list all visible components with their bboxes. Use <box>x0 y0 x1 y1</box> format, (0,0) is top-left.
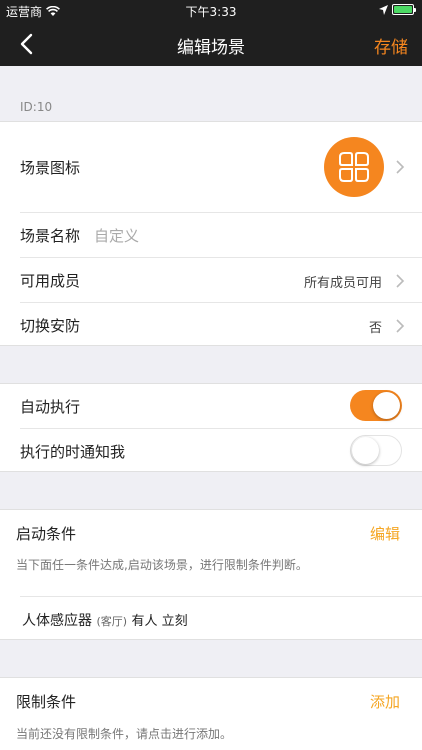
nav-bar: 编辑场景 存储 <box>0 22 422 66</box>
security-value: 否 <box>368 321 382 336</box>
battery-status <box>379 4 416 15</box>
page-title: 编辑场景 <box>177 38 245 58</box>
sensor-room: (客厅) <box>96 615 128 628</box>
chevron-right-icon <box>396 274 405 288</box>
trigger-item-text: 人体感应器 (客厅) 有人 立刻 <box>22 610 188 630</box>
trigger-group: 启动条件 编辑 当下面任一条件达成,启动该场景，进行限制条件判断。 人体感应器 … <box>0 509 422 640</box>
clock: 下午3:33 <box>185 5 237 19</box>
chevron-right-icon <box>396 319 405 333</box>
scene-icon-badge[interactable] <box>324 137 384 197</box>
limit-hint: 当前还没有限制条件，请点击进行添加。 <box>16 727 233 741</box>
automation-group: 自动执行 执行的时通知我 <box>0 383 422 472</box>
auto-execute-toggle[interactable] <box>350 390 402 421</box>
scene-name-input[interactable]: 自定义 <box>94 225 139 246</box>
scene-id-label: ID:10 <box>20 100 53 114</box>
trigger-item[interactable]: 人体感应器 (客厅) 有人 立刻 <box>0 597 422 641</box>
auto-execute-row: 自动执行 <box>0 384 422 428</box>
save-button[interactable]: 存储 <box>374 33 408 58</box>
members-row[interactable]: 可用成员 所有成员可用 <box>0 258 422 302</box>
notify-label: 执行的时通知我 <box>20 443 126 461</box>
chevron-right-icon <box>396 160 405 174</box>
add-limit-button[interactable]: 添加 <box>370 691 400 712</box>
sensor-name: 人体感应器 <box>22 613 92 629</box>
trigger-hint: 当下面任一条件达成,启动该场景，进行限制条件判断。 <box>16 558 308 572</box>
members-label: 可用成员 <box>20 272 81 290</box>
trigger-title: 启动条件 <box>16 525 77 543</box>
auto-execute-label: 自动执行 <box>20 398 81 416</box>
members-value: 所有成员可用 <box>303 276 382 291</box>
security-label: 切换安防 <box>20 317 81 335</box>
edit-trigger-button[interactable]: 编辑 <box>370 523 400 544</box>
scene-info-group: 场景图标 场景名称 自定义 可用成员 所有成员可用 切换安防 否 <box>0 121 422 346</box>
scene-name-label: 场景名称 <box>20 227 81 245</box>
limit-title: 限制条件 <box>16 693 77 711</box>
scene-icon-label: 场景图标 <box>20 159 81 177</box>
notify-toggle[interactable] <box>350 435 402 466</box>
scene-name-row[interactable]: 场景名称 自定义 <box>0 213 422 257</box>
status-bar: 运营商 下午3:33 <box>0 0 422 22</box>
battery-icon <box>392 4 416 15</box>
grid-icon <box>339 152 369 182</box>
sensor-state: 有人 立刻 <box>131 614 188 629</box>
notify-row: 执行的时通知我 <box>0 429 422 473</box>
security-row[interactable]: 切换安防 否 <box>0 303 422 347</box>
limit-group: 限制条件 添加 当前还没有限制条件，请点击进行添加。 <box>0 677 422 750</box>
scene-icon-row[interactable]: 场景图标 <box>0 122 422 212</box>
location-arrow-icon <box>379 4 388 15</box>
